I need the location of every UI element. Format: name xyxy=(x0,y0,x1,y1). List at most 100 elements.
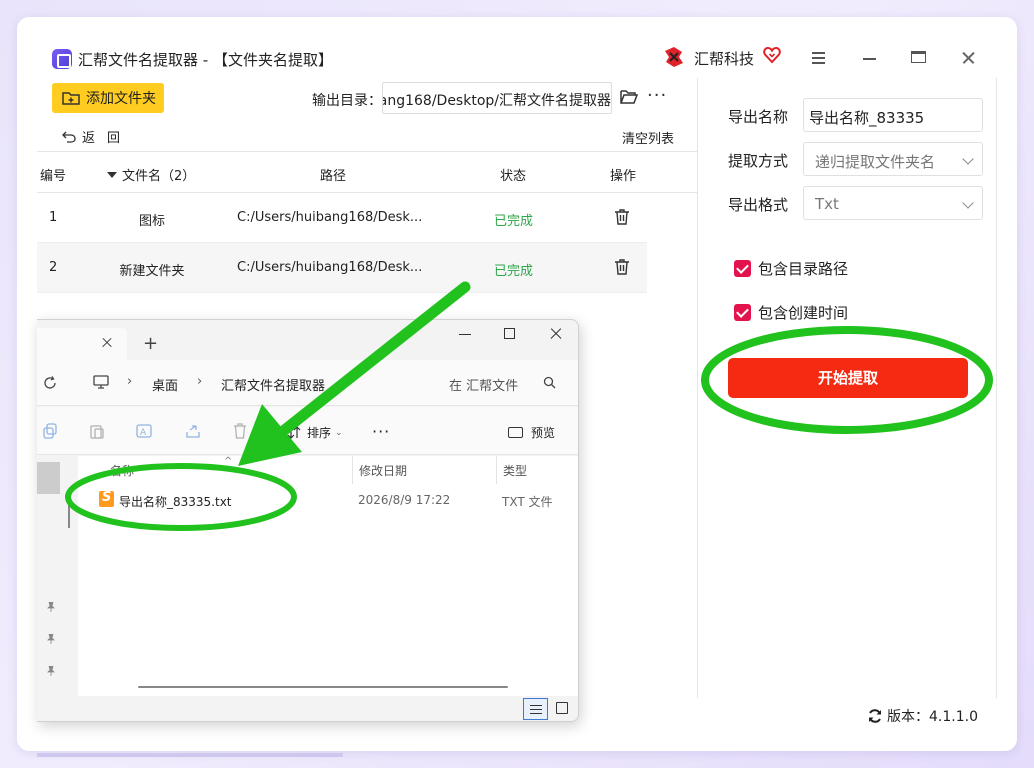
preview-button[interactable]: 预览 xyxy=(508,424,555,441)
chevron-right-icon: › xyxy=(127,374,133,389)
txt-file-icon xyxy=(99,490,114,507)
delete-icon[interactable] xyxy=(232,423,248,439)
folder-add-icon xyxy=(62,92,80,105)
title-bar: 汇帮文件名提取器 - 【文件夹名提取】 汇帮科技 xyxy=(17,17,1017,77)
header-path: 路径 xyxy=(320,169,347,184)
export-format-label: 导出格式 xyxy=(728,196,789,214)
include-path-label: 包含目录路径 xyxy=(758,260,849,278)
breadcrumb-folder[interactable]: 汇帮文件名提取器 xyxy=(221,375,325,394)
trash-icon[interactable] xyxy=(614,208,630,226)
export-name-input[interactable]: 导出名称_83335 xyxy=(803,98,983,132)
file-list: ^ 名称 修改日期 类型 导出名称_83335.txt 2026/8/9 17:… xyxy=(78,456,578,696)
header-name-label: 文件名（2） xyxy=(122,169,196,184)
nav-scrollbar[interactable] xyxy=(68,498,70,528)
header-status: 状态 xyxy=(500,169,527,184)
new-tab-button[interactable]: + xyxy=(143,333,158,354)
row-name: 新建文件夹 xyxy=(119,264,185,279)
table-row[interactable]: 2 新建文件夹 C:/Users/huibang168/Desk... 已完成 xyxy=(37,243,647,293)
extract-mode-select[interactable]: 递归提取文件夹名 xyxy=(803,142,983,176)
svg-text:A: A xyxy=(140,428,147,438)
sort-label: 排序 xyxy=(307,426,332,440)
clear-list-button[interactable]: 清空列表 xyxy=(622,128,674,147)
nav-selected-item[interactable] xyxy=(37,462,60,494)
column-divider[interactable] xyxy=(496,456,497,484)
list-item[interactable]: 导出名称_83335.txt 2026/8/9 17:22 TXT 文件 xyxy=(78,488,578,514)
details-view-button[interactable] xyxy=(523,698,548,720)
sort-button[interactable]: 排序 ⌄ xyxy=(287,424,343,441)
trash-icon[interactable] xyxy=(614,258,630,276)
include-time-checkbox[interactable]: 包含创建时间 xyxy=(734,302,848,323)
row-no: 1 xyxy=(49,210,58,225)
row-status: 已完成 xyxy=(494,264,534,279)
column-date[interactable]: 修改日期 xyxy=(359,462,407,479)
column-name[interactable]: 名称 xyxy=(110,462,134,479)
heart-icon xyxy=(763,46,781,64)
explorer-search-input[interactable]: 在 汇帮文件 xyxy=(449,375,518,394)
explorer-maximize-button[interactable] xyxy=(504,328,515,339)
sort-up-icon: ^ xyxy=(224,456,233,467)
export-format-value: Txt xyxy=(815,195,839,213)
share-icon[interactable] xyxy=(185,423,201,439)
pin-icon xyxy=(47,666,55,676)
taskbar-shadow xyxy=(37,753,343,757)
close-button[interactable] xyxy=(958,48,980,66)
rename-icon[interactable]: A xyxy=(136,423,152,439)
copy-icon[interactable] xyxy=(42,423,58,439)
column-divider[interactable] xyxy=(352,456,353,484)
back-label: 返回 xyxy=(82,131,133,146)
minimize-button[interactable] xyxy=(859,48,881,66)
breadcrumb-desktop[interactable]: 桌面 xyxy=(152,375,178,394)
more-commands-icon[interactable]: ··· xyxy=(372,422,390,441)
computer-icon[interactable] xyxy=(93,375,109,389)
add-folder-label: 添加文件夹 xyxy=(86,91,156,107)
version-label: 版本：4.1.1.0 xyxy=(887,709,978,725)
export-format-select[interactable]: Txt xyxy=(803,186,983,220)
file-explorer-window: + › 桌面 › 汇帮文件名提取器 在 汇帮文件 A 排序 ⌄ ··· 预览 ^… xyxy=(37,319,579,722)
settings-panel: 导出名称 导出名称_83335 提取方式 递归提取文件夹名 导出格式 Txt 包… xyxy=(697,78,997,698)
folder-open-icon[interactable] xyxy=(620,89,638,105)
row-path: C:/Users/huibang168/Desk... xyxy=(237,210,423,225)
tab-close-icon[interactable] xyxy=(100,336,114,350)
file-date: 2026/8/9 17:22 xyxy=(358,493,451,507)
table-header: 编号 文件名（2） 路径 状态 操作 xyxy=(37,151,697,193)
preview-pane-icon xyxy=(508,427,523,438)
search-icon xyxy=(543,376,556,389)
paste-icon[interactable] xyxy=(89,423,105,439)
navigation-pane xyxy=(37,456,60,696)
include-path-checkbox[interactable]: 包含目录路径 xyxy=(734,258,848,279)
menu-button[interactable] xyxy=(808,48,830,66)
include-time-label: 包含创建时间 xyxy=(758,304,849,322)
file-type: TXT 文件 xyxy=(502,495,553,509)
output-dir-value: ang168/Desktop/汇帮文件名提取器 xyxy=(382,93,611,109)
chevron-down-icon: ⌄ xyxy=(335,427,343,438)
app-logo-icon xyxy=(52,49,72,69)
brand-name: 汇帮科技 xyxy=(694,50,755,68)
tiles-view-button[interactable] xyxy=(556,702,568,714)
column-type[interactable]: 类型 xyxy=(503,462,527,479)
more-options-icon[interactable]: ··· xyxy=(647,87,667,105)
add-folder-button[interactable]: 添加文件夹 xyxy=(52,83,164,113)
table-row[interactable]: 1 图标 C:/Users/huibang168/Desk... 已完成 xyxy=(37,193,647,243)
row-path: C:/Users/huibang168/Desk... xyxy=(237,260,423,275)
output-dir-label: 输出目录： xyxy=(312,93,382,109)
export-name-label: 导出名称 xyxy=(728,108,789,126)
header-name[interactable]: 文件名（2） xyxy=(107,165,195,184)
explorer-close-button[interactable] xyxy=(549,327,563,341)
explorer-tab[interactable] xyxy=(37,328,127,360)
export-name-value: 导出名称_83335 xyxy=(809,109,925,127)
header-no: 编号 xyxy=(40,169,67,184)
output-dir-field[interactable]: ang168/Desktop/汇帮文件名提取器 xyxy=(382,82,612,114)
back-arrow-icon xyxy=(62,131,76,143)
horizontal-scrollbar[interactable] xyxy=(138,686,508,688)
row-status: 已完成 xyxy=(494,214,534,229)
back-button[interactable]: 返回 xyxy=(62,127,132,146)
extract-mode-label: 提取方式 xyxy=(728,152,789,170)
address-bar: › 桌面 › 汇帮文件名提取器 在 汇帮文件 xyxy=(37,360,578,406)
explorer-minimize-button[interactable] xyxy=(459,334,471,336)
maximize-button[interactable] xyxy=(908,48,930,66)
refresh-icon[interactable] xyxy=(43,376,57,390)
chevron-down-icon xyxy=(962,153,974,165)
start-extract-button[interactable]: 开始提取 xyxy=(728,358,968,398)
checkbox-checked-icon xyxy=(734,304,751,321)
sort-arrows-icon xyxy=(287,426,301,439)
